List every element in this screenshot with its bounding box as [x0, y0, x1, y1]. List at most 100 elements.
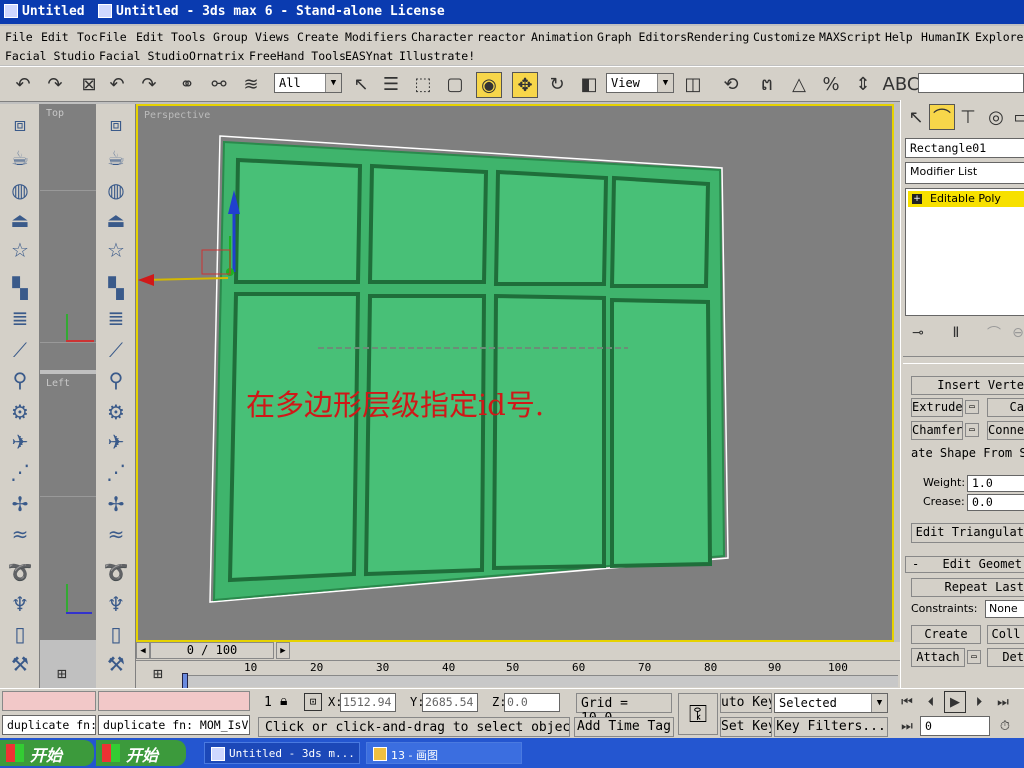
cap-button[interactable]: Ca [987, 398, 1024, 417]
constraints-dropdown[interactable]: None [985, 600, 1024, 618]
key-filter-dropdown[interactable]: Selected ▼ [774, 693, 888, 713]
box-icon[interactable]: ⧈ [102, 110, 130, 138]
menu-character[interactable]: Character [411, 30, 473, 44]
menu-illustrate[interactable]: Illustrate! [399, 49, 475, 63]
menu-customize[interactable]: Customize [753, 30, 815, 44]
menu-facial-studio-2[interactable]: Facial Studio [99, 49, 189, 63]
menu-reactor[interactable]: reactor [477, 30, 525, 44]
undo-icon[interactable]: ↶ [10, 71, 36, 97]
taskbar-item-paint[interactable]: 13 - 画图 [366, 742, 522, 764]
gear-icon[interactable]: ⚙ [6, 398, 34, 426]
rectangular-selection-icon[interactable]: ⬚ [410, 71, 436, 97]
star-icon[interactable]: ☆ [102, 236, 130, 264]
undo-icon-2[interactable]: ↶ [104, 71, 130, 97]
crossing-selection-icon[interactable]: ◉ [476, 72, 502, 98]
menu-animation[interactable]: Animation [531, 30, 593, 44]
current-frame-field[interactable]: 0 [920, 716, 990, 736]
track-bar-icon-2[interactable]: ⊞ [140, 664, 176, 686]
object-name-field[interactable]: Rectangle01 [905, 138, 1024, 158]
motion-tab-icon[interactable]: ◎ [983, 104, 1009, 130]
cone-icon[interactable]: ⏏ [102, 206, 130, 234]
add-time-tag-button[interactable]: Add Time Tag [574, 717, 674, 737]
angle-snap-icon[interactable]: △ [786, 71, 812, 97]
remove-modifier-icon[interactable]: ⊖ [1005, 320, 1024, 346]
crease-spinner[interactable]: 0.0 [967, 494, 1024, 511]
attach-settings-icon[interactable]: ▭ [967, 650, 981, 664]
menu-help[interactable]: Help [885, 30, 913, 44]
weight-spinner[interactable]: 1.0 [967, 475, 1024, 492]
bird-icon[interactable]: ✢ [6, 490, 34, 518]
menu-file[interactable]: File [99, 30, 127, 44]
wave-icon[interactable]: ≈ [102, 520, 130, 548]
box-icon[interactable]: ⧈ [6, 110, 34, 138]
previous-frame-icon[interactable]: ⏴ [920, 691, 942, 713]
select-link-icon[interactable]: ⊠ [76, 71, 102, 97]
y-coordinate-field[interactable]: 2685.54 [422, 693, 478, 712]
star-icon[interactable]: ☆ [6, 236, 34, 264]
sphere-icon[interactable]: ◍ [102, 176, 130, 204]
wave-icon[interactable]: ≈ [6, 520, 34, 548]
menu-edit-1[interactable]: Edit [41, 30, 69, 44]
set-key-button[interactable]: Set Key [720, 717, 772, 737]
biped-icon[interactable]: ♆ [102, 590, 130, 618]
edit-triangulation-button[interactable]: Edit Triangulat [911, 523, 1024, 543]
attach-button[interactable]: Attach [911, 648, 965, 667]
reference-coordinate-dropdown[interactable]: View ▼ [606, 73, 674, 93]
modifier-stack[interactable]: + Editable Poly [905, 188, 1024, 316]
track-bar-ruler[interactable] [182, 675, 898, 687]
time-marker[interactable] [182, 673, 188, 689]
time-config-icon[interactable]: ⏱ [994, 715, 1016, 737]
percent-snap-icon[interactable]: % [818, 71, 844, 97]
start-button-2[interactable]: 开始 [96, 740, 186, 766]
teapot-icon[interactable]: ☕ [102, 144, 130, 172]
menu-facial-studio-1[interactable]: Facial Studio [5, 49, 95, 63]
redo-icon[interactable]: ↷ [42, 71, 68, 97]
door-icon[interactable]: ▯ [102, 620, 130, 648]
unlink-icon[interactable]: ⚯ [206, 71, 232, 97]
snap-3d-icon[interactable]: ຕ [754, 71, 780, 97]
select-and-scale-icon[interactable]: ◧ [576, 71, 602, 97]
light-icon[interactable]: ⚲ [102, 366, 130, 394]
checker-icon[interactable]: ▚ [102, 274, 130, 302]
perspective-viewport[interactable]: Perspective 在多边形层级指定id号. [136, 104, 894, 642]
menu-modifiers[interactable]: Modifiers [345, 30, 407, 44]
menu-tools-1[interactable]: Toc [77, 30, 98, 44]
layers-icon[interactable]: ≣ [6, 304, 34, 332]
chamfer-button[interactable]: Chamfer [911, 421, 963, 440]
menu-humanik[interactable]: HumanIK [921, 30, 969, 44]
maxscript-mini-listener-2[interactable]: duplicate fn: MOM_IsVa [98, 715, 250, 735]
biped-icon[interactable]: ♆ [6, 590, 34, 618]
particle-icon[interactable]: ⋰ [6, 458, 34, 486]
door-icon[interactable]: ▯ [6, 620, 34, 648]
key-mode-icon[interactable]: ⏭ [896, 715, 918, 737]
menu-edit[interactable]: Edit [136, 30, 164, 44]
pin-stack-icon[interactable]: ⊸ [905, 320, 931, 346]
rollout-header-edit-geometry[interactable]: - Edit Geometr [905, 556, 1024, 573]
make-unique-icon[interactable]: ⌒ [981, 320, 1007, 346]
select-by-name-icon[interactable]: ☰ [378, 71, 404, 97]
left-viewport[interactable]: Left [40, 374, 96, 640]
menu-file-1[interactable]: File [5, 30, 33, 44]
bone-icon[interactable]: ⟋ [6, 336, 34, 364]
insert-vertex-button[interactable]: Insert Verte [911, 376, 1024, 395]
detach-button[interactable]: Det [987, 648, 1024, 667]
repeat-last-button[interactable]: Repeat Last [911, 578, 1024, 597]
modify-tab-icon[interactable]: ⌒ [929, 104, 955, 130]
light-icon[interactable]: ⚲ [6, 366, 34, 394]
create-shape-button[interactable]: ate Shape From S [911, 446, 1024, 460]
menu-rendering[interactable]: Rendering [687, 30, 749, 44]
select-and-rotate-icon[interactable]: ↻ [544, 71, 570, 97]
extrude-settings-icon[interactable]: ▭ [965, 400, 979, 414]
knot-icon[interactable]: ➰ [102, 558, 130, 586]
menu-freehand-tools[interactable]: FreeHand Tools [249, 49, 346, 63]
link-icon[interactable]: ⚭ [174, 71, 200, 97]
bind-space-warp-icon[interactable]: ≋ [238, 71, 264, 97]
mirror-icon[interactable]: ⟲ [718, 71, 744, 97]
menu-create[interactable]: Create [297, 30, 339, 44]
modifier-list-dropdown[interactable]: Modifier List [905, 162, 1024, 184]
maxscript-listener-pink-2[interactable] [98, 691, 250, 711]
named-selection-field[interactable] [918, 73, 1024, 93]
show-end-result-icon[interactable]: Ⅱ [943, 320, 969, 346]
menu-group[interactable]: Group [213, 30, 248, 44]
bone-icon[interactable]: ⟋ [102, 336, 130, 364]
